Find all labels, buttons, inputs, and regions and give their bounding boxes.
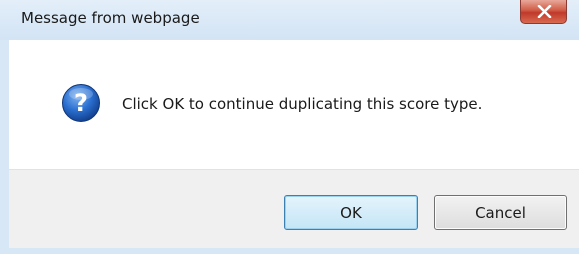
dialog-content: ? Click OK to continue duplicating this … xyxy=(9,40,579,169)
window-bottom-border xyxy=(0,248,579,254)
close-icon xyxy=(537,5,552,18)
ok-button[interactable]: OK xyxy=(284,195,418,230)
svg-text:?: ? xyxy=(74,89,88,117)
close-button[interactable] xyxy=(520,0,567,24)
cancel-button[interactable]: Cancel xyxy=(434,195,567,230)
title-bar[interactable]: Message from webpage xyxy=(0,0,579,40)
dialog-footer: OK Cancel xyxy=(9,169,579,248)
dialog-window: Message from webpage ? Click OK to conti… xyxy=(0,0,579,254)
dialog-title: Message from webpage xyxy=(21,9,200,27)
dialog-message: Click OK to continue duplicating this sc… xyxy=(122,95,483,113)
question-icon: ? xyxy=(61,83,101,123)
